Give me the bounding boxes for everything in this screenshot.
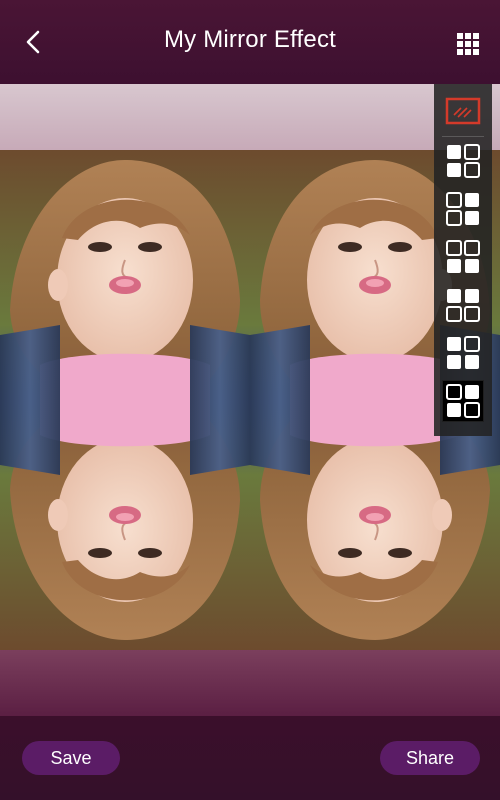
canvas-top-band	[0, 84, 500, 150]
effect-grid-3[interactable]	[442, 236, 484, 278]
effect-mirror-frame[interactable]	[442, 90, 484, 132]
grid-2x2-bottom-icon	[446, 240, 480, 273]
more-menu-button[interactable]	[454, 30, 482, 58]
effect-grid-1[interactable]	[442, 140, 484, 182]
grid-menu-icon	[457, 33, 479, 55]
canvas-bottom-band	[0, 650, 500, 716]
effect-grid-2[interactable]	[442, 188, 484, 230]
preview-canvas[interactable]	[0, 84, 500, 716]
page-title: My Mirror Effect	[163, 26, 337, 53]
effects-tray	[434, 84, 492, 436]
grid-2x2-top-icon	[446, 289, 480, 322]
tray-divider	[442, 136, 484, 137]
effect-grid-6[interactable]	[442, 380, 484, 422]
effect-grid-4[interactable]	[442, 284, 484, 326]
grid-2x2-tr-bl-icon	[446, 192, 479, 226]
top-bar: My Mirror Effect	[0, 0, 500, 84]
grid-2x2-right-icon	[446, 384, 480, 418]
effect-grid-5[interactable]	[442, 332, 484, 374]
mirrored-photo[interactable]	[0, 150, 500, 650]
save-button[interactable]: Save	[22, 741, 120, 775]
share-button[interactable]: Share	[380, 741, 480, 775]
bottom-bar: Save Share	[0, 716, 500, 800]
grid-2x2-left-icon	[447, 336, 480, 369]
grid-2x2-tl-icon	[447, 144, 480, 178]
mirror-frame-icon	[445, 97, 481, 125]
